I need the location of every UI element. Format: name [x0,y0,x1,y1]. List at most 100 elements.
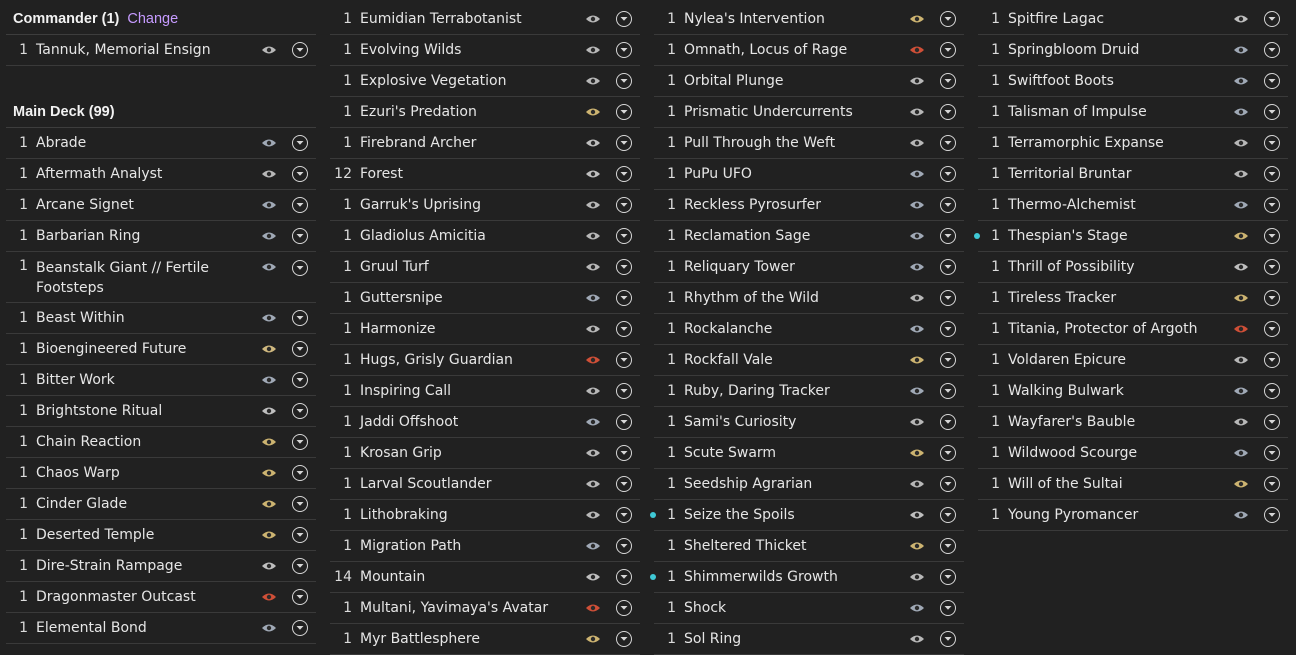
card-menu-chevron-icon[interactable] [1264,228,1280,244]
card-row[interactable]: 1 Guttersnipe [330,283,640,314]
card-name[interactable]: Rockfall Vale [684,350,908,370]
card-row[interactable]: 1 Eumidian Terrabotanist [330,4,640,35]
card-row[interactable]: 1 Abrade [6,128,316,159]
card-menu-chevron-icon[interactable] [292,558,308,574]
card-name[interactable]: Reclamation Sage [684,226,908,246]
card-name[interactable]: Thermo-Alchemist [1008,195,1232,215]
card-menu-chevron-icon[interactable] [292,403,308,419]
card-name[interactable]: Spitfire Lagac [1008,9,1232,29]
card-row[interactable]: 1 Dragonmaster Outcast [6,582,316,613]
card-row[interactable]: 1 Voldaren Epicure [978,345,1288,376]
card-name[interactable]: Reckless Pyrosurfer [684,195,908,215]
card-name[interactable]: Wildwood Scourge [1008,443,1232,463]
card-row[interactable]: 1 Pull Through the Weft [654,128,964,159]
card-menu-chevron-icon[interactable] [292,341,308,357]
card-name[interactable]: Harmonize [360,319,584,339]
card-name[interactable]: Beast Within [36,308,260,328]
card-menu-chevron-icon[interactable] [940,197,956,213]
card-row[interactable]: 1 Omnath, Locus of Rage [654,35,964,66]
card-row[interactable]: 1 Gruul Turf [330,252,640,283]
card-row[interactable]: 1 Harmonize [330,314,640,345]
card-menu-chevron-icon[interactable] [616,321,632,337]
card-row[interactable]: 1 Seedship Agrarian [654,469,964,500]
card-row[interactable]: 1 Springbloom Druid [978,35,1288,66]
card-menu-chevron-icon[interactable] [292,166,308,182]
card-name[interactable]: Shimmerwilds Growth [684,567,908,587]
card-menu-chevron-icon[interactable] [616,11,632,27]
card-name[interactable]: Mountain [360,567,584,587]
card-menu-chevron-icon[interactable] [940,569,956,585]
card-name[interactable]: Migration Path [360,536,584,556]
card-menu-chevron-icon[interactable] [940,631,956,647]
card-menu-chevron-icon[interactable] [1264,507,1280,523]
card-row[interactable]: 1 Inspiring Call [330,376,640,407]
card-row[interactable]: 1 Reckless Pyrosurfer [654,190,964,221]
card-row[interactable]: 1 Terramorphic Expanse [978,128,1288,159]
card-menu-chevron-icon[interactable] [616,73,632,89]
card-name[interactable]: Garruk's Uprising [360,195,584,215]
card-name[interactable]: Rockalanche [684,319,908,339]
card-row[interactable]: 1 Spitfire Lagac [978,4,1288,35]
card-menu-chevron-icon[interactable] [616,476,632,492]
card-name[interactable]: Larval Scoutlander [360,474,584,494]
card-row[interactable]: 1 Multani, Yavimaya's Avatar [330,593,640,624]
card-name[interactable]: Territorial Bruntar [1008,164,1232,184]
card-menu-chevron-icon[interactable] [616,259,632,275]
card-row[interactable]: 1 Arcane Signet [6,190,316,221]
card-row[interactable]: 1 Talisman of Impulse [978,97,1288,128]
card-row[interactable]: 1 Orbital Plunge [654,66,964,97]
card-menu-chevron-icon[interactable] [1264,476,1280,492]
card-row[interactable]: 1 Tireless Tracker [978,283,1288,314]
card-row[interactable]: 1 Ruby, Daring Tracker [654,376,964,407]
change-commander-link[interactable]: Change [127,11,178,27]
card-row[interactable]: 12 Forest [330,159,640,190]
card-row[interactable]: 1 Ezuri's Predation [330,97,640,128]
card-name[interactable]: Wayfarer's Bauble [1008,412,1232,432]
card-name[interactable]: Titania, Protector of Argoth [1008,319,1232,339]
card-row[interactable]: 1 Will of the Sultai [978,469,1288,500]
card-row[interactable]: 1 Bioengineered Future [6,334,316,365]
card-menu-chevron-icon[interactable] [616,538,632,554]
card-name[interactable]: Myr Battlesphere [360,629,584,649]
card-name[interactable]: Arcane Signet [36,195,260,215]
card-menu-chevron-icon[interactable] [292,527,308,543]
card-name[interactable]: Thrill of Possibility [1008,257,1232,277]
card-name[interactable]: Abrade [36,133,260,153]
card-row[interactable]: 1 Myr Battlesphere [330,624,640,655]
card-row[interactable]: 1 Tannuk, Memorial Ensign [6,35,316,66]
card-name[interactable]: Will of the Sultai [1008,474,1232,494]
card-row[interactable]: 1 Titania, Protector of Argoth [978,314,1288,345]
card-name[interactable]: Scute Swarm [684,443,908,463]
card-row[interactable]: 1 Beanstalk Giant // Fertile Footsteps [6,252,316,303]
card-menu-chevron-icon[interactable] [292,465,308,481]
card-name[interactable]: Guttersnipe [360,288,584,308]
card-menu-chevron-icon[interactable] [292,310,308,326]
card-row[interactable]: 1 Jaddi Offshoot [330,407,640,438]
card-menu-chevron-icon[interactable] [616,352,632,368]
card-name[interactable]: Reliquary Tower [684,257,908,277]
card-row[interactable]: 1 Thermo-Alchemist [978,190,1288,221]
card-name[interactable]: Sheltered Thicket [684,536,908,556]
card-name[interactable]: Barbarian Ring [36,226,260,246]
card-menu-chevron-icon[interactable] [940,321,956,337]
card-row[interactable]: 1 Elemental Bond [6,613,316,644]
card-row[interactable]: 1 Rhythm of the Wild [654,283,964,314]
card-row[interactable]: 1 Sheltered Thicket [654,531,964,562]
card-name[interactable]: Multani, Yavimaya's Avatar [360,598,584,618]
card-name[interactable]: Elemental Bond [36,618,260,638]
card-row[interactable]: 1 Young Pyromancer [978,500,1288,531]
card-row[interactable]: 1 Barbarian Ring [6,221,316,252]
card-row[interactable]: 1 Prismatic Undercurrents [654,97,964,128]
card-menu-chevron-icon[interactable] [1264,259,1280,275]
card-name[interactable]: Walking Bulwark [1008,381,1232,401]
card-name[interactable]: Chain Reaction [36,432,260,452]
card-row[interactable]: 1 Swiftfoot Boots [978,66,1288,97]
card-name[interactable]: Swiftfoot Boots [1008,71,1232,91]
card-row[interactable]: 1 Sami's Curiosity [654,407,964,438]
card-menu-chevron-icon[interactable] [940,11,956,27]
card-menu-chevron-icon[interactable] [940,290,956,306]
card-menu-chevron-icon[interactable] [292,589,308,605]
card-menu-chevron-icon[interactable] [292,42,308,58]
card-row[interactable]: 1 Territorial Bruntar [978,159,1288,190]
card-name[interactable]: Firebrand Archer [360,133,584,153]
